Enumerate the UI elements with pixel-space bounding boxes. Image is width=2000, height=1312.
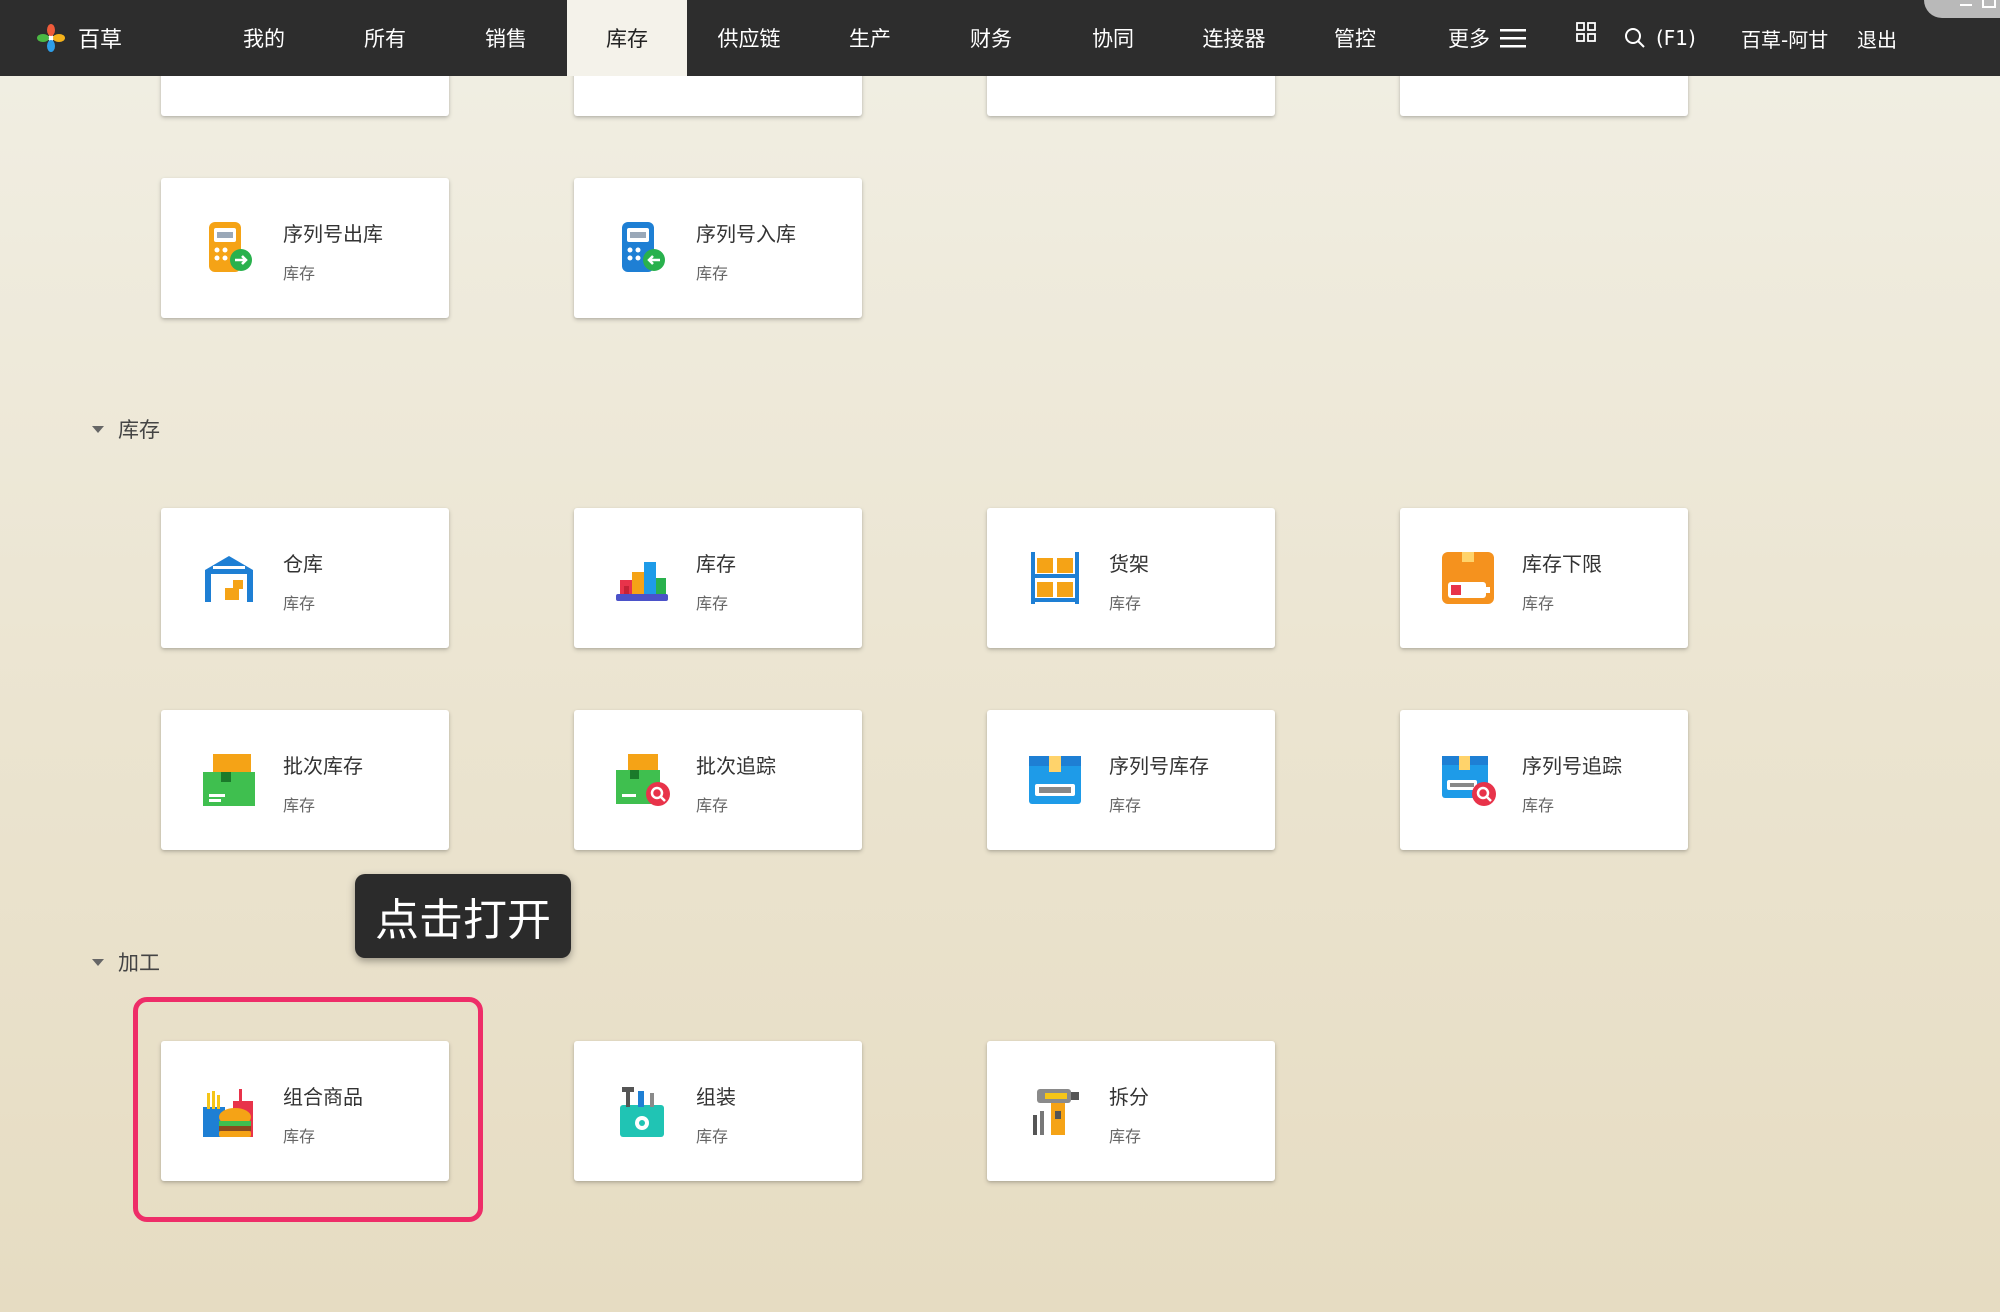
logout-button[interactable]: 退出 <box>1857 0 1897 76</box>
card-subtitle: 库存 <box>1109 1127 1142 1146</box>
search-icon <box>1625 28 1645 48</box>
card-subtitle: 库存 <box>696 1127 729 1146</box>
section-header-processing[interactable]: 加工 <box>92 947 160 977</box>
card-subtitle: 库存 <box>283 796 316 815</box>
card-subtitle: 库存 <box>696 264 729 283</box>
user-menu[interactable]: 百草-阿甘 <box>1741 0 1828 76</box>
search-shortcut-label: (F1) <box>1656 26 1696 50</box>
combo-product-icon <box>203 1089 253 1137</box>
nav-item-sales[interactable]: 销售 <box>446 0 566 76</box>
card-title: 序列号入库 <box>696 222 796 246</box>
serial-stock-icon <box>1029 756 1081 804</box>
card-subtitle: 库存 <box>696 796 729 815</box>
card-combo-product[interactable]: 组合商品 库存 <box>161 1041 449 1181</box>
card-title: 批次库存 <box>283 754 363 778</box>
card-warehouse[interactable]: 仓库 库存 <box>161 508 449 648</box>
assembly-icon <box>620 1087 664 1137</box>
nav-item-supply-chain[interactable]: 供应链 <box>689 0 809 76</box>
caret-down-icon <box>92 958 104 966</box>
card-serial-trace[interactable]: 序列号追踪 库存 <box>1400 710 1688 850</box>
card-title: 库存 <box>696 552 736 576</box>
section-title: 库存 <box>118 418 160 442</box>
card-title: 序列号出库 <box>283 222 383 246</box>
split-icon <box>1033 1089 1079 1135</box>
card-subtitle: 库存 <box>1109 594 1142 613</box>
card-title: 批次追踪 <box>696 754 776 778</box>
nav-item-collaboration[interactable]: 协同 <box>1053 0 1173 76</box>
shelf-icon <box>1031 552 1079 604</box>
app-logo-icon <box>37 24 65 52</box>
card-subtitle: 库存 <box>283 1127 316 1146</box>
nav-item-control[interactable]: 管控 <box>1295 0 1415 76</box>
card-subtitle: 库存 <box>696 594 729 613</box>
card-subtitle: 库存 <box>283 264 316 283</box>
section-title: 加工 <box>118 951 160 975</box>
card-assembly[interactable]: 组装 库存 <box>574 1041 862 1181</box>
serial-inbound-icon <box>622 222 665 272</box>
card-subtitle: 库存 <box>1522 796 1555 815</box>
search-button[interactable]: (F1) <box>1624 0 1696 76</box>
card-batch-stock[interactable]: 批次库存 库存 <box>161 710 449 850</box>
click-to-open-tooltip: 点击打开 <box>355 874 571 958</box>
stock-minimum-icon <box>1442 552 1494 604</box>
nav-item-production[interactable]: 生产 <box>810 0 930 76</box>
card-serial-outbound[interactable]: 序列号出库 库存 <box>161 178 449 318</box>
card-title: 组合商品 <box>283 1085 363 1109</box>
top-nav-bar: 百草 我的 所有 销售 库存 供应链 生产 财务 协同 连接器 管控 更多 (F… <box>0 0 2000 76</box>
card-title: 货架 <box>1109 552 1149 576</box>
card-title: 仓库 <box>283 552 323 576</box>
window-controls <box>1924 0 2000 18</box>
hamburger-icon <box>1500 29 1526 48</box>
card-title: 序列号追踪 <box>1522 754 1622 778</box>
nav-item-mine[interactable]: 我的 <box>204 0 324 76</box>
minimize-icon[interactable] <box>1960 4 1972 6</box>
warehouse-icon <box>205 556 253 602</box>
more-label: 更多 <box>1448 27 1490 51</box>
batch-trace-icon <box>616 754 670 806</box>
card-subtitle: 库存 <box>1522 594 1555 613</box>
card-title: 序列号库存 <box>1109 754 1209 778</box>
card-subtitle: 库存 <box>1109 796 1142 815</box>
serial-outbound-icon <box>209 222 252 272</box>
card-stock-minimum[interactable]: 库存下限 库存 <box>1400 508 1688 648</box>
brand[interactable]: 百草 <box>36 0 122 76</box>
serial-trace-icon <box>1442 756 1496 806</box>
app-name: 百草 <box>78 28 123 53</box>
card-subtitle: 库存 <box>283 594 316 613</box>
caret-down-icon <box>92 425 104 433</box>
card-title: 组装 <box>696 1085 736 1109</box>
nav-item-all[interactable]: 所有 <box>325 0 445 76</box>
card-serial-stock[interactable]: 序列号库存 库存 <box>987 710 1275 850</box>
nav-item-inventory[interactable]: 库存 <box>567 0 687 76</box>
card-title: 拆分 <box>1109 1085 1149 1109</box>
nav-item-finance[interactable]: 财务 <box>931 0 1051 76</box>
card-shelf[interactable]: 货架 库存 <box>987 508 1275 648</box>
stock-icon <box>616 562 668 601</box>
card-batch-trace[interactable]: 批次追踪 库存 <box>574 710 862 850</box>
card-split[interactable]: 拆分 库存 <box>987 1041 1275 1181</box>
card-title: 库存下限 <box>1522 552 1602 576</box>
card-stock[interactable]: 库存 库存 <box>574 508 862 648</box>
batch-stock-icon <box>203 754 255 806</box>
card-serial-inbound[interactable]: 序列号入库 库存 <box>574 178 862 318</box>
section-header-inventory[interactable]: 库存 <box>92 414 160 444</box>
maximize-icon[interactable] <box>1982 0 1996 8</box>
more-menu-button[interactable]: 更多 <box>1448 0 1526 76</box>
app-grid-icon[interactable] <box>1576 22 1596 42</box>
nav-item-connector[interactable]: 连接器 <box>1174 0 1294 76</box>
